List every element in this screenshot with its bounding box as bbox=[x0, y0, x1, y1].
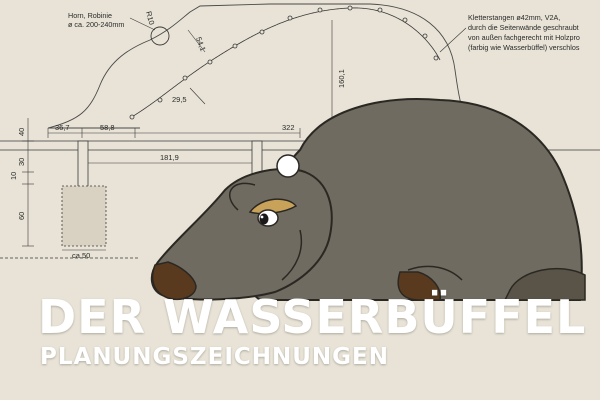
buffalo-pupil bbox=[259, 213, 269, 225]
bar-node bbox=[157, 97, 163, 103]
dim-30: 30 bbox=[17, 158, 26, 166]
horn-note-line-2: ø ca. 200-240mm bbox=[68, 20, 124, 29]
dim-line-295 bbox=[189, 87, 206, 105]
bar-node bbox=[259, 29, 265, 35]
climbing-note-line-2: durch die Seitenwände geschraubt bbox=[468, 23, 579, 32]
dim-60: 60 bbox=[17, 212, 26, 220]
page-subtitle: PLANUNGSZEICHNUNGEN bbox=[40, 344, 390, 370]
bar-node bbox=[287, 15, 293, 21]
bar-node bbox=[402, 17, 408, 23]
dim-295: 29,5 bbox=[172, 95, 187, 104]
dim-322: 322 bbox=[282, 123, 295, 132]
bar-node bbox=[377, 7, 383, 13]
bar-node bbox=[129, 114, 135, 120]
water-buffalo-illustration bbox=[150, 98, 586, 301]
dim-1819: 181,9 bbox=[160, 153, 179, 162]
page-title: DER WASSERBÜFFEL bbox=[38, 290, 587, 344]
bar-node bbox=[317, 7, 323, 13]
dim-foundation: ca.50 bbox=[72, 251, 90, 260]
dim-541: 54,1 bbox=[194, 36, 207, 53]
bar-node bbox=[232, 43, 238, 49]
dim-367: 36,7 bbox=[55, 123, 70, 132]
bar-node bbox=[182, 75, 188, 81]
dim-radius: R10 bbox=[144, 10, 156, 26]
bar-node bbox=[422, 33, 428, 39]
horn-note-line-1: Horn, Robinie bbox=[68, 11, 112, 20]
bar-node bbox=[433, 55, 439, 61]
climbing-note-line-1: Kletterstangen ø42mm, V2A, bbox=[468, 13, 560, 22]
leader-climbing-note bbox=[439, 27, 467, 53]
dim-588: 58,8 bbox=[100, 123, 115, 132]
poster: R10 54,1 29,5 160,1 36,7 58,8 322 181,9 … bbox=[0, 0, 600, 400]
foundation-block bbox=[61, 185, 107, 247]
climbing-note-line-4: (farbig wie Wasserbüffel) verschlos bbox=[468, 43, 580, 52]
dim-40: 40 bbox=[17, 128, 26, 136]
bar-node bbox=[207, 59, 213, 65]
bar-node bbox=[347, 5, 353, 11]
dim-1601: 160,1 bbox=[337, 69, 346, 88]
climbing-note-line-3: von außen fachgerecht mit Holzpro bbox=[468, 33, 580, 42]
dim-10: 10 bbox=[9, 172, 18, 180]
buffalo-eye-highlight bbox=[260, 215, 264, 219]
buffalo-horn-knob bbox=[276, 154, 300, 178]
